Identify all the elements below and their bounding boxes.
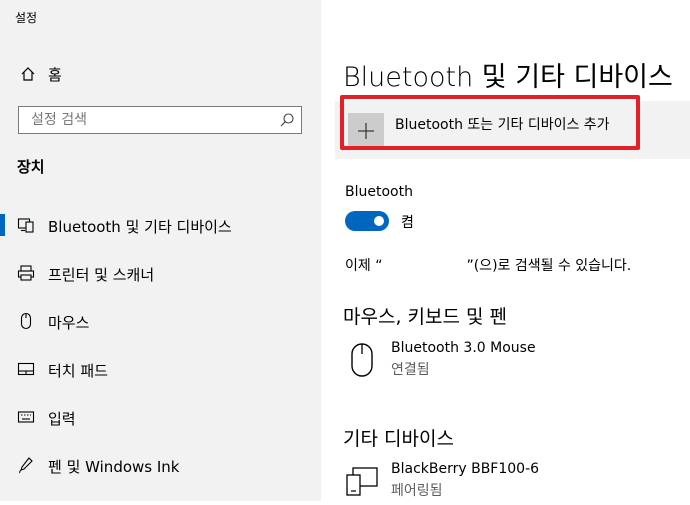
pen-icon — [16, 455, 36, 475]
phone-device-icon — [345, 463, 379, 499]
bluetooth-label: Bluetooth — [345, 184, 413, 200]
mouse-section-title: 마우스, 키보드 및 펜 — [343, 306, 507, 328]
sidebar-item-label: 펜 및 Windows Ink — [48, 458, 180, 476]
mouse-icon — [345, 342, 379, 378]
sidebar-item-typing[interactable]: 입력 — [0, 397, 321, 437]
home-icon — [18, 64, 38, 84]
keyboard-icon — [16, 407, 36, 427]
device-status: 페어링됨 — [391, 483, 443, 499]
window-title: 설정 — [15, 11, 38, 25]
sidebar-item-printers[interactable]: 프린터 및 스캐너 — [0, 253, 321, 293]
discoverable-text: 이제 “ ”(으)로 검색될 수 있습니다. — [345, 255, 631, 275]
mouse-device-item[interactable]: Bluetooth 3.0 Mouse 연결됨 — [345, 340, 675, 384]
other-device-item[interactable]: BlackBerry BBF100-6 페어링됨 — [345, 461, 675, 505]
sidebar-item-touchpad[interactable]: 터치 패드 — [0, 349, 321, 389]
other-section-title: 기타 디바이스 — [343, 428, 454, 450]
search-input[interactable] — [19, 107, 281, 133]
page-title: Bluetooth 및 기타 디바이스 — [343, 62, 673, 93]
device-name: Bluetooth 3.0 Mouse — [391, 340, 536, 356]
active-indicator — [0, 214, 5, 236]
bluetooth-devices-icon — [16, 215, 36, 235]
home-label: 홈 — [48, 65, 62, 84]
add-device-button[interactable]: Bluetooth 또는 기타 디바이스 추가 — [335, 101, 690, 159]
touchpad-icon — [16, 359, 36, 379]
device-status: 연결됨 — [391, 362, 430, 378]
plus-icon — [348, 113, 384, 149]
toggle-state-label: 켬 — [401, 215, 414, 231]
discover-prefix: 이제 “ — [345, 258, 383, 274]
home-nav[interactable]: 홈 — [18, 64, 62, 84]
add-device-label: Bluetooth 또는 기타 디바이스 추가 — [395, 117, 610, 133]
printer-icon — [16, 263, 36, 283]
sidebar-item-label: 마우스 — [48, 314, 90, 332]
sidebar-item-label: Bluetooth 및 기타 디바이스 — [48, 218, 232, 236]
sidebar-item-label: 입력 — [48, 410, 76, 428]
discover-suffix: ”(으)로 검색될 수 있습니다. — [466, 258, 632, 274]
sidebar: 설정 홈 장치 Bluetooth 및 기타 디바이스 프린터 및 스캐너 마우… — [0, 0, 321, 501]
sidebar-item-bluetooth[interactable]: Bluetooth 및 기타 디바이스 — [0, 205, 321, 245]
main-content: Bluetooth 및 기타 디바이스 Bluetooth 또는 기타 디바이스… — [321, 0, 690, 501]
section-title: 장치 — [17, 158, 45, 176]
search-box[interactable] — [18, 106, 302, 134]
device-name: BlackBerry BBF100-6 — [391, 461, 540, 477]
sidebar-item-pen[interactable]: 펜 및 Windows Ink — [0, 445, 321, 485]
sidebar-item-label: 터치 패드 — [48, 362, 108, 380]
bluetooth-toggle[interactable] — [345, 211, 389, 231]
sidebar-item-label: 프린터 및 스캐너 — [48, 266, 155, 284]
mouse-icon — [16, 311, 36, 331]
search-icon[interactable] — [279, 112, 295, 128]
toggle-knob — [374, 216, 384, 226]
sidebar-item-mouse[interactable]: 마우스 — [0, 301, 321, 341]
